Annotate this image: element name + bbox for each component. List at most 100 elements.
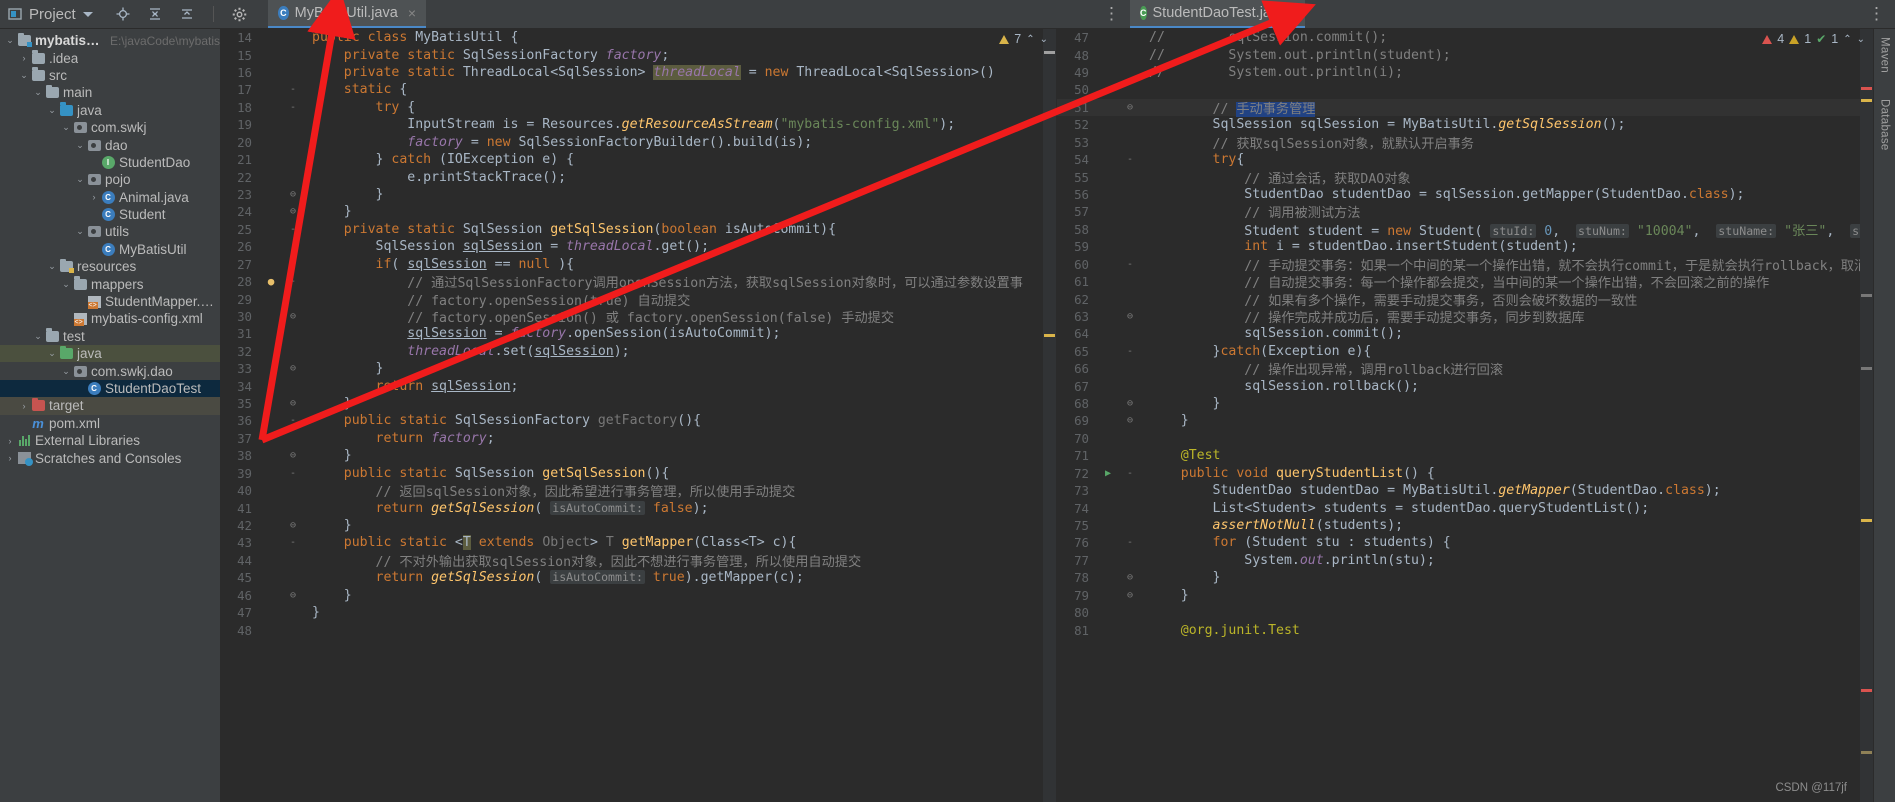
tree-item-src[interactable]: ⌄ src bbox=[0, 67, 220, 84]
chevron-right-icon[interactable]: › bbox=[4, 436, 16, 446]
code-line[interactable]: 65 - }catch(Exception e){ bbox=[1057, 343, 1873, 360]
code-folding-marker[interactable]: ⊖ bbox=[1119, 572, 1141, 583]
chevron-down-icon[interactable]: ⌄ bbox=[60, 122, 72, 133]
code-line[interactable]: 72 ▶ - public void queryStudentList() { bbox=[1057, 465, 1873, 482]
code-line[interactable]: 48 bbox=[220, 621, 1056, 638]
tree-item-mybatis-demo1[interactable]: ⌄ mybatis-demo1 E:\javaCode\mybatis bbox=[0, 32, 220, 49]
code-line[interactable]: 60 - // 手动提交事务：如果一个中间的某一个操作出错，就不会执行commit… bbox=[1057, 255, 1873, 274]
code-folding-marker[interactable]: - bbox=[1119, 537, 1141, 548]
code-line[interactable]: 26 SqlSession sqlSession = threadLocal.g… bbox=[220, 238, 1056, 255]
code-line[interactable]: 74 List<Student> students = studentDao.q… bbox=[1057, 499, 1873, 516]
left-code-area[interactable]: 14 public class MyBatisUtil {15 private s… bbox=[220, 29, 1056, 802]
tree-item-java[interactable]: ⌄ java bbox=[0, 345, 220, 363]
code-line[interactable]: 66 // 操作出现异常，调用rollback进行回滚 bbox=[1057, 360, 1873, 378]
code-line[interactable]: 29 // factory.openSession(true) 自动提交 bbox=[220, 290, 1056, 309]
code-line[interactable]: 19 InputStream is = Resources.getResourc… bbox=[220, 116, 1056, 133]
code-folding-marker[interactable]: - bbox=[1119, 154, 1141, 165]
code-folding-marker[interactable]: ⊖ bbox=[1119, 311, 1141, 322]
code-folding-marker[interactable]: ⊖ bbox=[282, 398, 304, 409]
code-line[interactable]: 50 bbox=[1057, 81, 1873, 98]
code-line[interactable]: 56 StudentDao studentDao = sqlSession.ge… bbox=[1057, 186, 1873, 203]
code-line[interactable]: 32 threadLocal.set(sqlSession); bbox=[220, 343, 1056, 360]
tree-item--idea[interactable]: › .idea bbox=[0, 49, 220, 66]
code-line[interactable]: 57 // 调用被测试方法 bbox=[1057, 203, 1873, 221]
tree-item-animal-java[interactable]: › C Animal.java bbox=[0, 189, 220, 206]
right-code-area[interactable]: 47// sqlSession.commit(); 48 // System.out… bbox=[1057, 29, 1873, 802]
tree-item-studentdaotest[interactable]: C StudentDaoTest bbox=[0, 379, 220, 398]
tree-item-studentdao[interactable]: I StudentDao bbox=[0, 154, 220, 171]
code-folding-marker[interactable]: - bbox=[282, 224, 304, 235]
tree-item-target[interactable]: › target bbox=[0, 397, 220, 415]
chevron-right-icon[interactable]: › bbox=[18, 401, 30, 411]
tree-item-test[interactable]: ⌄ test bbox=[0, 328, 220, 345]
editor-studentdaotest[interactable]: 47// sqlSession.commit(); 48 // System.out… bbox=[1057, 29, 1873, 802]
code-line[interactable]: 61 // 自动提交事务：每一个操作都会提交，当中间的某一个操作出错，不会回滚之… bbox=[1057, 273, 1873, 291]
gear-icon[interactable] bbox=[231, 5, 249, 23]
chevron-down-icon[interactable]: ⌄ bbox=[1040, 34, 1048, 45]
tree-item-utils[interactable]: ⌄ utils bbox=[0, 223, 220, 240]
code-folding-marker[interactable]: ⊖ bbox=[282, 206, 304, 217]
code-line[interactable]: 23 ⊖ } bbox=[220, 186, 1056, 203]
chevron-down-icon[interactable]: ⌄ bbox=[32, 331, 44, 342]
code-line[interactable]: 79 ⊖ } bbox=[1057, 587, 1873, 604]
tab-options-right-icon[interactable]: ⋮ bbox=[1859, 0, 1895, 28]
code-line[interactable]: 68 ⊖ } bbox=[1057, 395, 1873, 412]
project-label[interactable]: Project bbox=[29, 6, 76, 23]
code-folding-marker[interactable]: - bbox=[1119, 259, 1141, 270]
code-folding-marker[interactable]: ⊖ bbox=[282, 363, 304, 374]
close-icon[interactable]: × bbox=[1296, 5, 1304, 21]
tree-item-dao[interactable]: ⌄ dao bbox=[0, 136, 220, 153]
chevron-down-icon[interactable]: ⌄ bbox=[74, 174, 86, 185]
code-line[interactable]: 36 - public static SqlSessionFactory getF… bbox=[220, 412, 1056, 429]
tree-item-studentmapper-xml[interactable]: StudentMapper.xml bbox=[0, 293, 220, 310]
code-line[interactable]: 70 bbox=[1057, 430, 1873, 447]
code-line[interactable]: 58 Student student = new Student( stuId:… bbox=[1057, 221, 1873, 239]
right-inspection-widget[interactable]: 4 1 ✔ 1 ⌃ ⌄ bbox=[1762, 32, 1865, 46]
close-icon[interactable]: × bbox=[408, 5, 416, 21]
code-line[interactable]: 77 System.out.println(stu); bbox=[1057, 552, 1873, 569]
chevron-down-icon[interactable]: ⌄ bbox=[46, 105, 58, 116]
chevron-down-icon[interactable]: ⌄ bbox=[1857, 34, 1865, 45]
editor-mybatisutil[interactable]: 14 public class MyBatisUtil {15 private s… bbox=[220, 29, 1057, 802]
code-line[interactable]: 47} bbox=[220, 604, 1056, 621]
code-line[interactable]: 64 sqlSession.commit(); bbox=[1057, 325, 1873, 342]
chevron-down-icon[interactable]: ⌄ bbox=[74, 226, 86, 237]
chevron-down-icon[interactable]: ⌄ bbox=[46, 261, 58, 272]
code-line[interactable]: 38 ⊖ } bbox=[220, 447, 1056, 464]
code-line[interactable]: 44 // 不对外输出获取sqlSession对象，因此不想进行事务管理，所以使… bbox=[220, 552, 1056, 570]
code-folding-marker[interactable]: ⊖ bbox=[1119, 590, 1141, 601]
chevron-right-icon[interactable]: › bbox=[4, 453, 16, 463]
chevron-down-icon[interactable]: ⌄ bbox=[4, 35, 16, 46]
tree-item-mappers[interactable]: ⌄ mappers bbox=[0, 275, 220, 292]
code-line[interactable]: 63 ⊖ // 操作完成并成功后，需要手动提交事务，同步到数据库 bbox=[1057, 308, 1873, 326]
tree-item-resources[interactable]: ⌄ resources bbox=[0, 258, 220, 275]
tree-item-mybatisutil[interactable]: C MyBatisUtil bbox=[0, 241, 220, 258]
code-line[interactable]: 30 ⊖ // factory.openSession() 或 factory.o… bbox=[220, 308, 1056, 326]
code-line[interactable]: 69 ⊖ } bbox=[1057, 412, 1873, 429]
left-scrollbar[interactable] bbox=[1043, 29, 1056, 802]
code-folding-marker[interactable]: - bbox=[1119, 346, 1141, 357]
chevron-up-icon[interactable]: ⌃ bbox=[1026, 34, 1034, 45]
code-line[interactable]: 14 public class MyBatisUtil { bbox=[220, 29, 1056, 46]
code-line[interactable]: 45 return getSqlSession( isAutoCommit: t… bbox=[220, 569, 1056, 586]
code-line[interactable]: 49 // System.out.println(i); bbox=[1057, 64, 1873, 81]
code-line[interactable]: 53 // 获取sqlSession对象，就默认开启事务 bbox=[1057, 134, 1873, 152]
project-tree[interactable]: ⌄mybatis-demo1E:\javaCode\mybatis›.idea⌄… bbox=[0, 29, 220, 802]
code-line[interactable]: 81 @org.junit.Test bbox=[1057, 621, 1873, 638]
chevron-down-icon[interactable]: ⌄ bbox=[46, 348, 58, 359]
code-folding-marker[interactable]: - bbox=[282, 102, 304, 113]
code-line[interactable]: 24 ⊖ } bbox=[220, 203, 1056, 220]
code-line[interactable]: 55 // 通过会话，获取DAO对象 bbox=[1057, 168, 1873, 187]
code-line[interactable]: 78 ⊖ } bbox=[1057, 569, 1873, 586]
code-folding-marker[interactable]: - bbox=[282, 259, 304, 270]
tab-mybatisutil[interactable]: C MyBatisUtil.java × bbox=[268, 0, 426, 28]
code-folding-marker[interactable]: ⊖ bbox=[282, 450, 304, 461]
code-line[interactable]: 18 - try { bbox=[220, 99, 1056, 116]
intention-bulb-icon[interactable]: ● bbox=[260, 275, 282, 288]
code-folding-marker[interactable]: ⊖ bbox=[282, 590, 304, 601]
code-folding-marker[interactable]: - bbox=[282, 276, 304, 287]
chevron-down-icon[interactable] bbox=[82, 11, 93, 17]
tree-item-external-libraries[interactable]: › External Libraries bbox=[0, 432, 220, 449]
code-line[interactable]: 16 private static ThreadLocal<SqlSession… bbox=[220, 64, 1056, 81]
chevron-down-icon[interactable]: ⌄ bbox=[60, 366, 72, 377]
